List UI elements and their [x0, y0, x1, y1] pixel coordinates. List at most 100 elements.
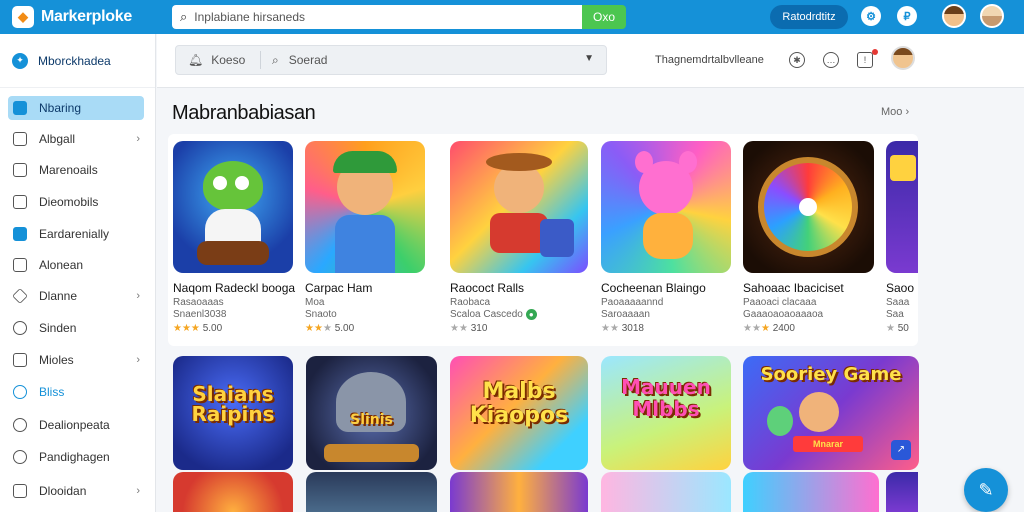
game-thumbnail[interactable]: Mauuen Mlbbs: [601, 356, 731, 470]
diamond-icon: [12, 288, 28, 304]
game-thumbnail[interactable]: Slaians Raipins: [173, 356, 293, 470]
game-card[interactable]: [306, 472, 437, 512]
game-thumbnail[interactable]: [886, 472, 918, 512]
game-card[interactable]: [601, 472, 731, 512]
game-card[interactable]: Sahoaac Ibaciciset Paaoaci clacaaa Gaaao…: [743, 141, 874, 334]
sidebar-item-dlooidan[interactable]: Dlooidan ›: [8, 479, 144, 503]
filter-search[interactable]: ⌕ Soerad: [272, 53, 327, 68]
game-meta: Saroaaaan: [601, 309, 650, 320]
game-rating: ★ 50: [886, 323, 909, 334]
top-cta-button[interactable]: Ratodrdtitz: [770, 5, 848, 29]
settings-icon: [13, 321, 27, 335]
game-title: Raococt Ralls: [450, 281, 525, 295]
sidebar-item-label: Bliss: [39, 385, 65, 399]
game-meta-text: Scaloa Cascedo: [450, 309, 523, 320]
game-thumbnail[interactable]: [743, 141, 874, 273]
game-thumbnail[interactable]: [601, 141, 731, 273]
main-header: 🔔︎ Koeso ⌕ Soerad ▼ Thagnemdrtalbvlleane ✱…: [157, 34, 1024, 88]
game-card[interactable]: Carpac Ham Moa Snaoto ★★★ 5.00: [305, 141, 425, 334]
game-developer: Paoaaaaannd: [601, 297, 664, 308]
chevron-right-icon: ›: [905, 106, 910, 118]
sidebar-item-marenoails[interactable]: Marenoails: [8, 158, 144, 182]
game-developer: Moa: [305, 297, 325, 308]
game-thumbnail[interactable]: Sooriey Game Mnarar ↗: [743, 356, 919, 470]
game-card[interactable]: [886, 472, 918, 512]
game-rating: ★★★ 5.00: [305, 323, 354, 334]
game-title: Naqom Radeckl booga: [173, 281, 296, 295]
layers-icon: [13, 484, 27, 498]
search-button[interactable]: Oxo: [582, 5, 626, 29]
game-thumbnail[interactable]: [886, 141, 918, 273]
game-card[interactable]: Slaians Raipins: [173, 356, 293, 470]
sidebar-item-albgall[interactable]: Albgall ›: [8, 127, 144, 151]
game-thumbnail[interactable]: [450, 472, 588, 512]
avatar[interactable]: [942, 4, 966, 28]
sidebar-item-label: Sinden: [39, 321, 77, 335]
game-card[interactable]: Naqom Radeckl booga Rasaoaaas Snaenl3038…: [173, 141, 295, 334]
sidebar-title: Mborckhadea: [38, 53, 111, 68]
game-developer: Rasaoaaas: [173, 297, 224, 308]
game-card[interactable]: Malbs Kiaopos: [450, 356, 588, 470]
sidebar-item-alonean[interactable]: Alonean: [8, 253, 144, 277]
avatar-secondary[interactable]: [980, 4, 1004, 28]
game-card[interactable]: Saoo Saaa Saa ★ 50: [886, 141, 918, 334]
search-input[interactable]: ⌕ Inplabiane hirsaneds: [172, 5, 582, 29]
game-card[interactable]: Raococt Ralls Raobaca Scaloa Cascedo ● ★★…: [450, 141, 588, 334]
sidebar-item-eardarenially[interactable]: Eardarenially: [8, 222, 144, 246]
chat-icon[interactable]: …: [823, 52, 839, 68]
compose-button[interactable]: ✎: [964, 468, 1008, 512]
game-title: Sahoaac Ibaciciset: [743, 281, 844, 295]
compose-icon: ✎: [978, 479, 994, 500]
header-avatar[interactable]: [891, 46, 915, 70]
game-card[interactable]: Sooriey Game Mnarar ↗: [743, 356, 919, 470]
game-art-subtitle: Mnarar: [793, 436, 863, 452]
game-art-title: Slinis: [350, 412, 393, 428]
game-thumbnail[interactable]: [173, 141, 293, 273]
sidebar-item-label: Nbaring: [39, 101, 82, 115]
sidebar-item-nbaring[interactable]: Nbaring: [8, 96, 144, 120]
chevron-right-icon: ›: [136, 290, 140, 302]
game-card[interactable]: Mauuen Mlbbs: [601, 356, 731, 470]
game-card[interactable]: Cocheenan Blaingo Paoaaaaannd Saroaaaan …: [601, 141, 731, 334]
sidebar-item-dlanne[interactable]: Dlanne ›: [8, 284, 144, 308]
sidebar-item-pandighagen[interactable]: Pandighagen: [8, 445, 144, 469]
game-thumbnail[interactable]: [743, 472, 879, 512]
game-card[interactable]: [173, 472, 293, 512]
user-icon: [13, 450, 27, 464]
gear-icon[interactable]: ⚙: [861, 6, 881, 26]
document-icon: [13, 195, 27, 209]
game-thumbnail[interactable]: [305, 141, 425, 273]
settings-icon[interactable]: ✱: [789, 52, 805, 68]
see-more-link[interactable]: Moo ›: [881, 106, 909, 118]
game-thumbnail[interactable]: [173, 472, 293, 512]
brand[interactable]: ◆ Markerploke: [12, 6, 172, 28]
game-card[interactable]: [450, 472, 588, 512]
chevron-down-icon[interactable]: ▼: [584, 53, 594, 64]
star-icon: ★★: [305, 323, 323, 334]
game-thumbnail[interactable]: [306, 472, 437, 512]
game-card[interactable]: [743, 472, 879, 512]
share-icon[interactable]: ↗: [891, 440, 911, 460]
sidebar-item-dealionpeata[interactable]: Dealionpeata: [8, 413, 144, 437]
filter-bell[interactable]: 🔔︎ Koeso: [188, 53, 245, 67]
sidebar-item-mioles[interactable]: Mioles ›: [8, 348, 144, 372]
game-thumbnail[interactable]: Slinis: [306, 356, 437, 470]
game-thumbnail[interactable]: [450, 141, 588, 273]
game-card[interactable]: Slinis: [306, 356, 437, 470]
notification-icon[interactable]: !: [857, 52, 873, 68]
profile-icon[interactable]: ₽: [897, 6, 917, 26]
game-thumbnail[interactable]: Malbs Kiaopos: [450, 356, 588, 470]
sidebar-item-sinden[interactable]: Sinden: [8, 316, 144, 340]
game-developer: Saaa: [886, 297, 910, 308]
sidebar-item-bliss[interactable]: Bliss: [8, 380, 144, 404]
sidebar-item-dieomobils[interactable]: Dieomobils: [8, 190, 144, 214]
game-title: Cocheenan Blaingo: [601, 281, 706, 295]
sidebar-item-label: Dealionpeata: [39, 418, 110, 432]
filter-bar[interactable]: 🔔︎ Koeso ⌕ Soerad ▼: [175, 45, 607, 75]
globe-icon: [13, 385, 27, 399]
section-title: Mabranbabiasan: [172, 102, 316, 124]
game-meta: Snaoto: [305, 309, 337, 320]
top-bar: ◆ Markerploke ⌕ Inplabiane hirsaneds Oxo…: [0, 0, 1024, 34]
sidebar-item-label: Pandighagen: [39, 450, 110, 464]
game-thumbnail[interactable]: [601, 472, 731, 512]
